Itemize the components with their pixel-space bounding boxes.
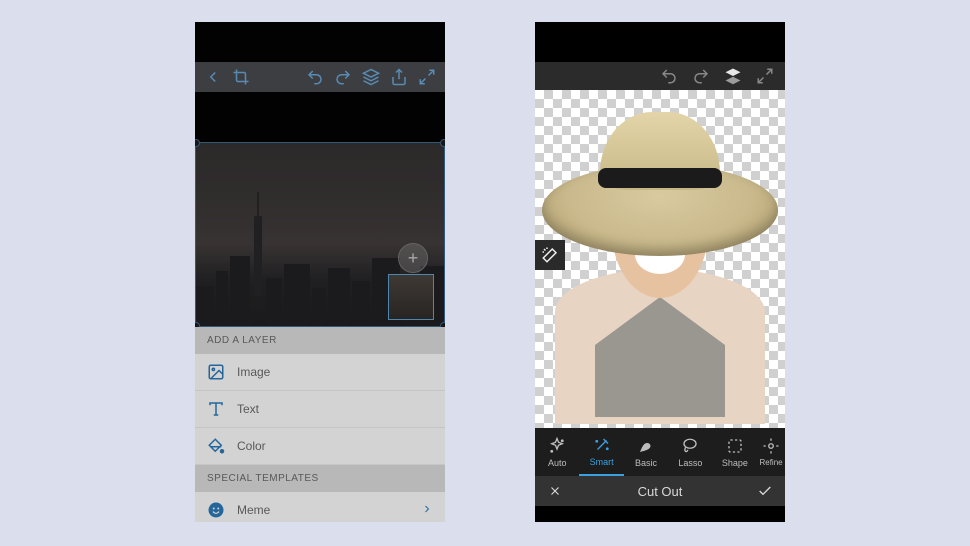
tool-lasso[interactable]: Lasso	[668, 428, 712, 476]
image-icon	[207, 363, 225, 381]
panel-header-add-layer: ADD A LAYER	[195, 327, 445, 354]
tool-refine[interactable]: Refine	[757, 428, 785, 476]
crop-icon[interactable]	[229, 65, 253, 89]
tool-shape[interactable]: Shape	[713, 428, 757, 476]
selection-handle[interactable]	[195, 139, 200, 147]
action-title: Cut Out	[575, 484, 745, 499]
panel-row-label: Meme	[237, 503, 270, 517]
smiley-icon	[207, 501, 225, 519]
top-toolbar	[535, 62, 785, 90]
fullscreen-icon[interactable]	[415, 65, 439, 89]
tool-label: Basic	[635, 458, 657, 468]
share-icon[interactable]	[387, 65, 411, 89]
back-icon[interactable]	[201, 65, 225, 89]
tool-label: Shape	[722, 458, 748, 468]
layers-icon[interactable]	[721, 64, 745, 88]
phone-screen-right: Auto Smart Basic Lasso Shape Refine Cut …	[535, 22, 785, 522]
tool-smart[interactable]: Smart	[579, 428, 623, 476]
tool-label: Lasso	[678, 458, 702, 468]
transparent-canvas[interactable]	[535, 90, 785, 428]
canvas[interactable]: +	[195, 142, 445, 327]
panel-row-image[interactable]: Image	[195, 354, 445, 391]
text-icon	[207, 400, 225, 418]
action-bar: Cut Out	[535, 476, 785, 506]
layer-thumbnail[interactable]	[388, 274, 434, 320]
panel-row-meme[interactable]: Meme	[195, 492, 445, 522]
undo-icon[interactable]	[303, 65, 327, 89]
undo-icon[interactable]	[657, 64, 681, 88]
tool-label: Refine	[759, 458, 782, 467]
magic-wand-button[interactable]	[535, 240, 565, 270]
panel-row-label: Text	[237, 402, 259, 416]
chevron-right-icon	[421, 503, 433, 518]
tool-basic[interactable]: Basic	[624, 428, 668, 476]
redo-icon[interactable]	[331, 65, 355, 89]
layers-icon[interactable]	[359, 65, 383, 89]
selection-handle[interactable]	[440, 139, 445, 147]
add-layer-button[interactable]: +	[398, 243, 428, 273]
plus-icon: +	[408, 248, 419, 269]
top-toolbar	[195, 62, 445, 92]
tool-row: Auto Smart Basic Lasso Shape Refine	[535, 428, 785, 476]
tool-auto[interactable]: Auto	[535, 428, 579, 476]
cancel-button[interactable]	[535, 484, 575, 498]
confirm-button[interactable]	[745, 483, 785, 499]
paint-bucket-icon	[207, 437, 225, 455]
tool-label: Auto	[548, 458, 567, 468]
panel-header-templates: SPECIAL TEMPLATES	[195, 465, 445, 492]
panel-row-label: Image	[237, 365, 270, 379]
phone-screen-left: + ADD A LAYER Image Text Color SPECIAL T…	[195, 22, 445, 522]
redo-icon[interactable]	[689, 64, 713, 88]
cutout-subject	[535, 94, 785, 424]
panel-row-text[interactable]: Text	[195, 391, 445, 428]
add-layer-panel: ADD A LAYER Image Text Color SPECIAL TEM…	[195, 327, 445, 522]
panel-row-color[interactable]: Color	[195, 428, 445, 465]
panel-row-label: Color	[237, 439, 266, 453]
tool-label: Smart	[590, 457, 614, 467]
fullscreen-icon[interactable]	[753, 64, 777, 88]
